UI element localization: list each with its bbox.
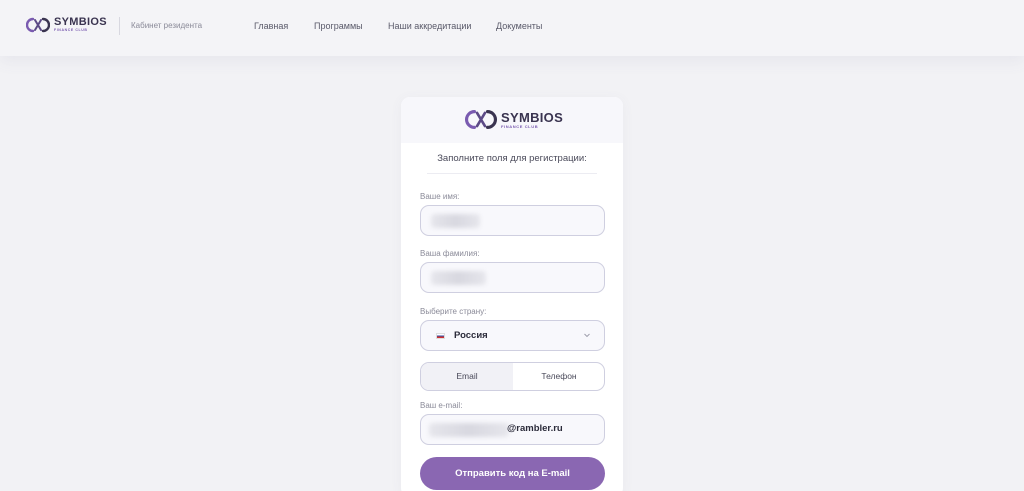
top-header: SYMBIOS FINANCE CLUB Кабинет резидента Г… — [0, 0, 1024, 56]
nav-item-home[interactable]: Главная — [254, 21, 288, 31]
cabinet-label: Кабинет резидента — [131, 21, 203, 30]
card-logo-subtitle: FINANCE CLUB — [501, 123, 539, 129]
logo-subtitle: FINANCE CLUB — [54, 28, 88, 33]
last-name-input[interactable] — [420, 262, 605, 293]
country-label: Выберите страну: — [420, 307, 487, 316]
card-logo-name: SYMBIOS — [501, 109, 564, 125]
symbios-logo-mark-icon — [465, 110, 497, 129]
nav-item-programs[interactable]: Программы — [314, 21, 363, 31]
nav-item-accreditations[interactable]: Наши аккредитации — [388, 21, 471, 31]
redacted-last-name — [431, 271, 486, 285]
tab-phone[interactable]: Телефон — [513, 363, 604, 390]
email-label: Ваш e-mail: — [420, 401, 463, 410]
last-name-label: Ваша фамилия: — [420, 249, 480, 258]
title-divider — [427, 173, 597, 174]
card-logo: SYMBIOS FINANCE CLUB — [465, 109, 563, 130]
chevron-down-icon — [584, 333, 590, 338]
contact-method-toggle: Email Телефон — [420, 362, 605, 391]
tab-email[interactable]: Email — [421, 363, 513, 390]
logo-name: SYMBIOS — [54, 16, 107, 29]
country-value: Россия — [454, 330, 488, 341]
nav-item-documents[interactable]: Документы — [496, 21, 542, 31]
russia-flag-icon — [436, 333, 445, 339]
send-code-button[interactable]: Отправить код на E-mail — [420, 457, 605, 490]
first-name-input[interactable] — [420, 205, 605, 236]
first-name-label: Ваше имя: — [420, 192, 460, 201]
symbios-logo-mark-icon — [26, 17, 50, 33]
header-divider — [119, 17, 120, 35]
country-select[interactable]: Россия — [420, 320, 605, 351]
redacted-first-name — [431, 214, 480, 228]
registration-card: SYMBIOS FINANCE CLUB Заполните поля для … — [401, 97, 623, 491]
symbios-logo[interactable]: SYMBIOS FINANCE CLUB — [26, 17, 107, 33]
email-input[interactable]: @rambler.ru — [420, 414, 605, 445]
form-title: Заполните поля для регистрации: — [437, 153, 587, 164]
redacted-email-local-part — [429, 423, 509, 437]
email-domain: @rambler.ru — [507, 423, 563, 434]
